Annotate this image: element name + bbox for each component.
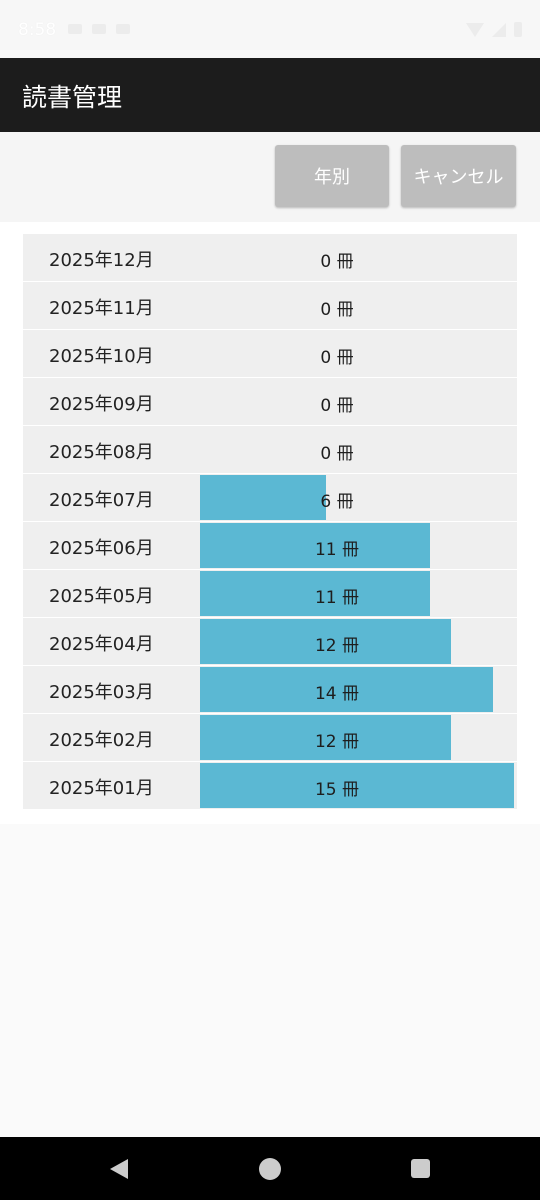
year-button[interactable]: 年別 [275,145,389,207]
signal-icon [492,22,506,37]
book-count-label: 0 冊 [320,252,354,272]
list-item[interactable]: 2025年02月 12 冊 [23,714,517,761]
month-label: 2025年02月 [49,730,154,751]
month-label: 2025年03月 [49,682,154,703]
notification-icon [92,24,106,34]
book-count-label: 11 冊 [314,588,360,608]
list-item[interactable]: 2025年03月 14 冊 [23,666,517,713]
list-item[interactable]: 2025年04月 12 冊 [23,618,517,665]
month-label: 2025年01月 [49,778,154,799]
book-count-label: 12 冊 [314,636,360,656]
notification-icon [68,24,82,34]
list-item[interactable]: 2025年10月 0 冊 [23,330,517,377]
list-item[interactable]: 2025年09月 0 冊 [23,378,517,425]
month-label: 2025年11月 [49,298,154,319]
month-label: 2025年08月 [49,442,154,463]
back-icon[interactable] [110,1159,128,1179]
list-item[interactable]: 2025年08月 0 冊 [23,426,517,473]
book-count-label: 0 冊 [320,444,354,464]
status-bar: 8:58 [0,0,540,58]
cancel-button[interactable]: キャンセル [401,145,516,207]
book-count-label: 0 冊 [320,300,354,320]
system-icons [466,22,522,37]
month-label: 2025年10月 [49,346,154,367]
list-item[interactable]: 2025年01月 15 冊 [23,762,517,809]
wifi-icon [466,22,484,37]
notification-icons [68,24,130,34]
book-count-label: 11 冊 [314,540,360,560]
list-item[interactable]: 2025年06月 11 冊 [23,522,517,569]
notification-icon [116,24,130,34]
month-label: 2025年09月 [49,394,154,415]
list-item[interactable]: 2025年07月 6 冊 [23,474,517,521]
month-label: 2025年07月 [49,490,154,511]
list-item[interactable]: 2025年11月 0 冊 [23,282,517,329]
home-icon[interactable] [259,1158,281,1180]
app-bar: 読書管理 [0,58,540,132]
list-item[interactable]: 2025年12月 0 冊 [23,234,517,281]
month-label: 2025年12月 [49,250,154,271]
month-label: 2025年06月 [49,538,154,559]
monthly-book-list: 2025年12月 0 冊 2025年11月 0 冊 2025年10月 0 冊 2025年09… [0,222,540,824]
battery-icon [514,22,522,37]
book-count-label: 0 冊 [320,396,354,416]
page-title: 読書管理 [22,83,123,112]
book-count-label: 6 冊 [320,492,354,512]
book-count-label: 0 冊 [320,348,354,368]
book-count-label: 14 冊 [314,684,360,704]
month-label: 2025年04月 [49,634,154,655]
book-count-label: 12 冊 [314,732,360,752]
book-count-label: 15 冊 [314,780,360,800]
status-time: 8:58 [18,20,57,40]
toolbar: 年別 キャンセル [0,132,540,222]
recents-icon[interactable] [411,1159,430,1178]
month-label: 2025年05月 [49,586,154,607]
navigation-bar [0,1137,540,1200]
list-item[interactable]: 2025年05月 11 冊 [23,570,517,617]
